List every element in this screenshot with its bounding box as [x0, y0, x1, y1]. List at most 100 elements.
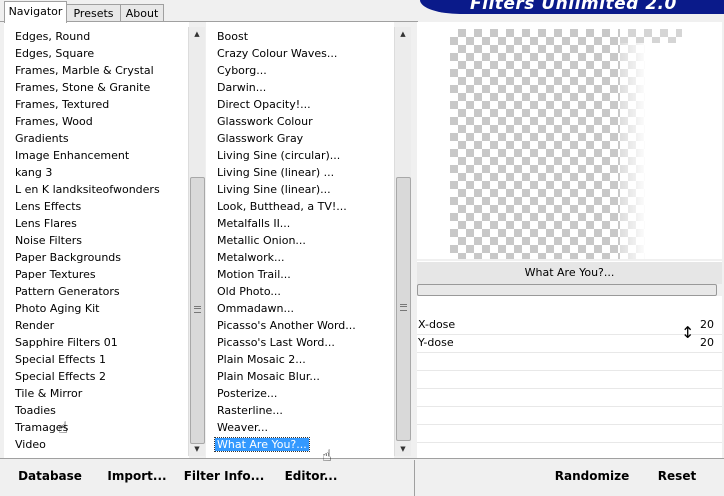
- filter-item-label: Plain Mosaic Blur...: [217, 370, 320, 383]
- database-button[interactable]: Database: [8, 464, 92, 488]
- category-item-label: Frames, Marble & Crystal: [15, 64, 154, 77]
- filter-item-label: Motion Trail...: [217, 268, 291, 281]
- filter-item[interactable]: Picasso's Another Word...: [215, 317, 358, 334]
- category-item[interactable]: kang 3: [13, 164, 54, 181]
- tab-navigator[interactable]: Navigator: [4, 1, 67, 23]
- filter-item[interactable]: Living Sine (circular)...: [215, 147, 342, 164]
- control-row-y-dose[interactable]: Y-dose 20: [417, 334, 722, 353]
- scroll-thumb[interactable]: [396, 177, 411, 441]
- control-label: Y-dose: [418, 336, 454, 349]
- control-row-x-dose[interactable]: X-dose 20: [417, 316, 722, 335]
- filter-item[interactable]: Living Sine (linear) ...: [215, 164, 336, 181]
- category-item[interactable]: Edges, Square: [13, 45, 96, 62]
- category-item-label: Image Enhancement: [15, 149, 130, 162]
- filter-item[interactable]: Boost: [215, 28, 250, 45]
- filter-item[interactable]: Living Sine (linear)...: [215, 181, 333, 198]
- category-item[interactable]: Lens Effects: [13, 198, 83, 215]
- category-item[interactable]: Frames, Textured: [13, 96, 111, 113]
- category-item-label: Paper Backgrounds: [15, 251, 122, 264]
- filter-item[interactable]: Rasterline...: [215, 402, 285, 419]
- filter-item-label: Plain Mosaic 2...: [217, 353, 306, 366]
- tab-presets[interactable]: Presets: [66, 4, 121, 22]
- filter-item-label: Look, Butthead, a TV!...: [217, 200, 347, 213]
- filter-list[interactable]: Boost Crazy Colour Waves... Cyborg... Darwi…: [206, 22, 394, 458]
- filter-item[interactable]: Ommadawn...: [215, 300, 296, 317]
- hand-cursor-icon: ☝: [322, 446, 332, 465]
- filter-item[interactable]: Plain Mosaic Blur...: [215, 368, 322, 385]
- control-value[interactable]: 20: [700, 316, 714, 334]
- filter-scrollbar[interactable]: ▲ ▼: [394, 27, 411, 456]
- filter-item[interactable]: Glasswork Colour: [215, 113, 315, 130]
- category-item[interactable]: Special Effects 1: [13, 351, 108, 368]
- scroll-up-icon[interactable]: ▲: [395, 27, 411, 41]
- filter-info-button[interactable]: Filter Info...: [182, 464, 266, 488]
- scroll-thumb[interactable]: [190, 177, 205, 444]
- filter-item[interactable]: What Are You?...: [214, 436, 310, 453]
- filter-item[interactable]: Cyborg...: [215, 62, 269, 79]
- filter-item-label: Direct Opacity!...: [217, 98, 311, 111]
- category-item[interactable]: Gradients: [13, 130, 71, 147]
- category-item[interactable]: Frames, Marble & Crystal: [13, 62, 156, 79]
- category-item[interactable]: Frames, Stone & Granite: [13, 79, 152, 96]
- category-item[interactable]: Image Enhancement: [13, 147, 131, 164]
- category-item[interactable]: Frames, Wood: [13, 113, 95, 130]
- scroll-down-icon[interactable]: ▼: [395, 442, 411, 456]
- category-item[interactable]: Lens Flares: [13, 215, 79, 232]
- tab-about[interactable]: About: [120, 4, 164, 22]
- control-label: X-dose: [418, 318, 456, 331]
- filter-item[interactable]: Glasswork Gray: [215, 130, 305, 147]
- category-item[interactable]: Paper Textures: [13, 266, 98, 283]
- category-scrollbar[interactable]: ▲ ▼: [188, 27, 205, 456]
- category-item-label: Pattern Generators: [15, 285, 120, 298]
- scroll-up-icon[interactable]: ▲: [189, 27, 205, 41]
- control-value[interactable]: 20: [700, 334, 714, 352]
- filter-item-label: Metallic Onion...: [217, 234, 306, 247]
- category-item[interactable]: Video: [13, 436, 48, 453]
- randomize-button[interactable]: Randomize: [543, 464, 641, 488]
- category-item-label: Gradients: [15, 132, 69, 145]
- category-item[interactable]: Special Effects 2: [13, 368, 108, 385]
- category-list[interactable]: Edges, Round Edges, Square Frames, Marble …: [4, 22, 189, 458]
- filter-item[interactable]: Motion Trail...: [215, 266, 293, 283]
- category-item-label: Edges, Square: [15, 47, 95, 60]
- import-button[interactable]: Import...: [100, 464, 174, 488]
- filter-item[interactable]: Old Photo...: [215, 283, 283, 300]
- filter-item[interactable]: Direct Opacity!...: [215, 96, 313, 113]
- category-item[interactable]: Paper Backgrounds: [13, 249, 123, 266]
- category-item[interactable]: Tile & Mirror: [13, 385, 84, 402]
- category-item[interactable]: Sapphire Filters 01: [13, 334, 120, 351]
- filter-item-label: Living Sine (linear)...: [217, 183, 331, 196]
- category-item[interactable]: Edges, Round: [13, 28, 92, 45]
- filter-item-label: Crazy Colour Waves...: [217, 47, 338, 60]
- filter-item[interactable]: Metallic Onion...: [215, 232, 308, 249]
- category-item[interactable]: Toadies: [13, 402, 58, 419]
- filter-item-label: Metalwork...: [217, 251, 285, 264]
- category-item[interactable]: Pattern Generators: [13, 283, 122, 300]
- category-item-label: Frames, Textured: [15, 98, 110, 111]
- filter-item[interactable]: Metalwork...: [215, 249, 286, 266]
- filter-item[interactable]: Posterize...: [215, 385, 279, 402]
- filter-item[interactable]: Darwin...: [215, 79, 268, 96]
- filter-item-label: Glasswork Colour: [217, 115, 313, 128]
- button-bar: Database Import... Filter Info... Editor…: [0, 458, 724, 496]
- filter-item[interactable]: Plain Mosaic 2...: [215, 351, 308, 368]
- category-item-label: Photo Aging Kit: [15, 302, 100, 315]
- filter-item-label: Cyborg...: [217, 64, 267, 77]
- hand-cursor-icon: ☝: [58, 418, 68, 437]
- filter-item-label: Ommadawn...: [217, 302, 295, 315]
- category-item[interactable]: Photo Aging Kit: [13, 300, 101, 317]
- category-item[interactable]: Render: [13, 317, 56, 334]
- filter-item[interactable]: Metalfalls II...: [215, 215, 292, 232]
- filter-item[interactable]: Weaver...: [215, 419, 270, 436]
- filter-item[interactable]: Look, Butthead, a TV!...: [215, 198, 349, 215]
- reset-button[interactable]: Reset: [648, 464, 706, 488]
- category-item[interactable]: L en K landksiteofwonders: [13, 181, 162, 198]
- category-item[interactable]: Noise Filters: [13, 232, 84, 249]
- editor-button[interactable]: Editor...: [274, 464, 348, 488]
- filter-item[interactable]: Picasso's Last Word...: [215, 334, 337, 351]
- category-item-label: Paper Textures: [15, 268, 96, 281]
- scroll-down-icon[interactable]: ▼: [189, 442, 205, 456]
- filter-item-label: Weaver...: [217, 421, 269, 434]
- filter-item[interactable]: Crazy Colour Waves...: [215, 45, 339, 62]
- category-item-label: Edges, Round: [15, 30, 91, 43]
